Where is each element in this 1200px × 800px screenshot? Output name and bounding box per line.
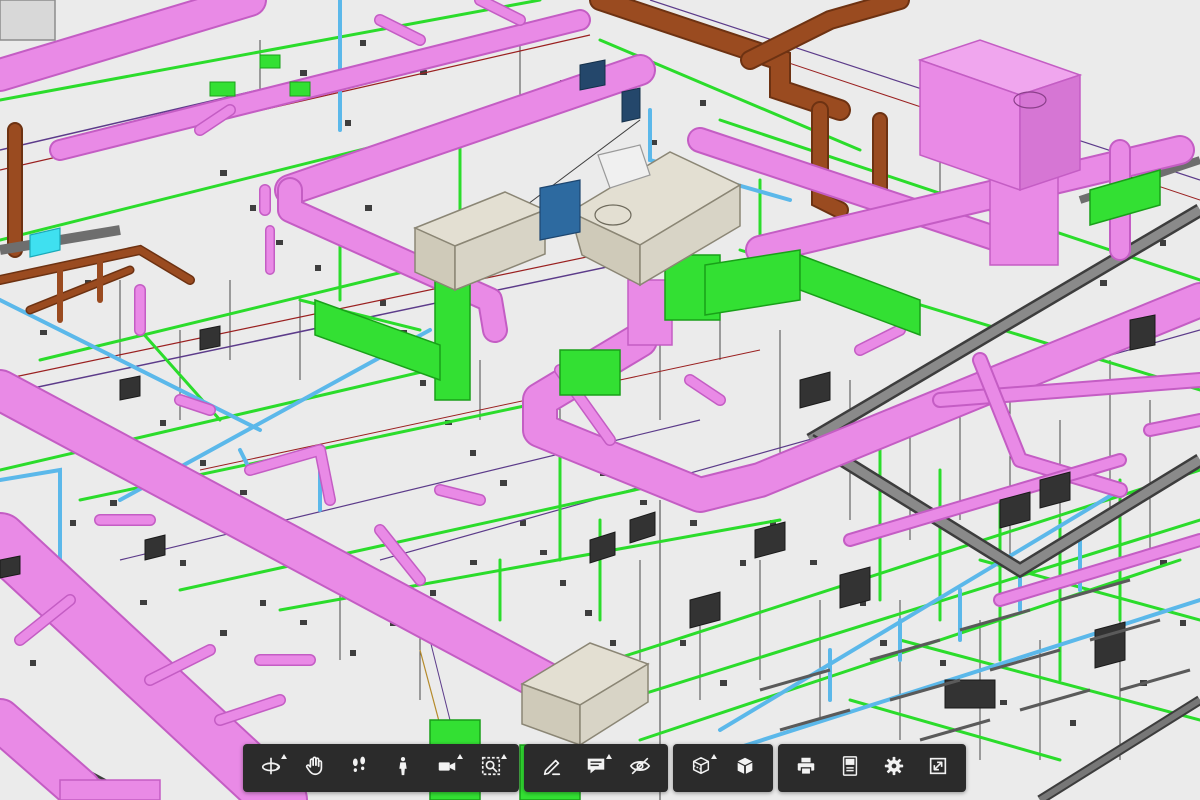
fit-to-view-menu-caret-icon[interactable] <box>501 754 507 759</box>
fit-to-view-button[interactable]: fit-to-view-icon <box>469 748 513 788</box>
3d-model-viewport[interactable] <box>0 0 1200 800</box>
walk-footprints-icon <box>348 755 370 782</box>
toolbar-group-review: markup-pen-icon comment-icon hi <box>524 744 668 792</box>
markup-button[interactable]: markup-pen-icon <box>530 748 574 788</box>
pan-button[interactable]: pan-hand-icon <box>293 748 337 788</box>
explode-cube-icon <box>734 755 756 782</box>
orbit-menu-caret-icon[interactable] <box>281 754 287 759</box>
walk-button[interactable]: walk-footprints-icon <box>337 748 381 788</box>
fullscreen-icon <box>927 755 949 782</box>
first-person-icon <box>392 755 414 782</box>
markup-pen-icon <box>541 755 563 782</box>
toolbar-group-navigation: orbit-icon pan-hand-icon <box>243 744 519 792</box>
settings-button[interactable]: settings-gear-icon <box>872 748 916 788</box>
section-box-button[interactable]: section-box-icon <box>679 748 723 788</box>
comment-icon <box>585 755 607 782</box>
camera-button[interactable]: camera-icon <box>425 748 469 788</box>
fit-to-view-icon <box>480 755 502 782</box>
comment-button[interactable]: comment-icon <box>574 748 618 788</box>
explode-button[interactable]: explode-cube-icon <box>723 748 767 788</box>
orbit-button[interactable]: orbit-icon <box>249 748 293 788</box>
hide-eye-icon <box>629 755 651 782</box>
section-box-menu-caret-icon[interactable] <box>711 754 717 759</box>
comment-menu-caret-icon[interactable] <box>606 754 612 759</box>
mep-model-scene[interactable] <box>0 0 1200 800</box>
print-button[interactable]: print-icon <box>784 748 828 788</box>
camera-menu-caret-icon[interactable] <box>457 754 463 759</box>
section-box-icon <box>690 755 712 782</box>
fullscreen-button[interactable]: fullscreen-icon <box>916 748 960 788</box>
model-browser-icon <box>839 755 861 782</box>
model-browser-button[interactable]: model-browser-icon <box>828 748 872 788</box>
hide-button[interactable]: hide-eye-icon <box>618 748 662 788</box>
viewer-toolbar: orbit-icon pan-hand-icon <box>243 744 966 792</box>
first-person-button[interactable]: first-person-icon <box>381 748 425 788</box>
pan-hand-icon <box>304 755 326 782</box>
settings-gear-icon <box>883 755 905 782</box>
camera-icon <box>436 755 458 782</box>
toolbar-group-model: section-box-icon explode-cube-icon <box>673 744 773 792</box>
orbit-icon <box>260 755 282 782</box>
print-icon <box>795 755 817 782</box>
toolbar-group-settings: print-icon model-browser-icon <box>778 744 966 792</box>
